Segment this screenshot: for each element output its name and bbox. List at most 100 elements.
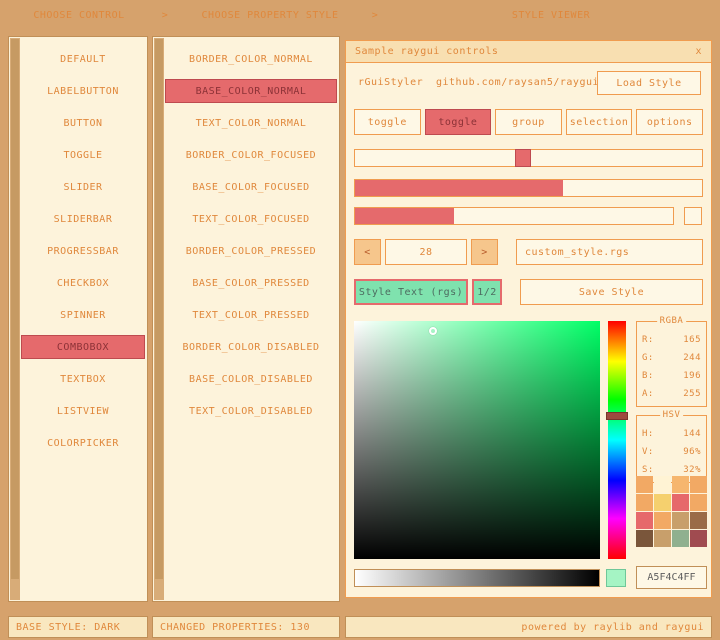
controls-list-panel: DEFAULT LABELBUTTON BUTTON TOGGLE SLIDER SLID… bbox=[8, 36, 148, 602]
property-item-border_color_disabled[interactable]: BORDER_COLOR_DISABLED bbox=[165, 335, 337, 359]
properties-list-panel: BORDER_COLOR_NORMAL BASE_COLOR_NORMAL TEXT… bbox=[152, 36, 340, 602]
hsv-panel-title: HSV bbox=[660, 410, 684, 420]
palette-swatch[interactable] bbox=[690, 530, 707, 547]
property-item-border_color_focused[interactable]: BORDER_COLOR_FOCUSED bbox=[165, 143, 337, 167]
value-row: R:165 bbox=[637, 331, 706, 349]
hue-bar[interactable] bbox=[608, 321, 626, 559]
toggle-button-options[interactable]: options bbox=[636, 109, 703, 135]
palette-swatch[interactable] bbox=[672, 530, 689, 547]
palette-swatch[interactable] bbox=[672, 494, 689, 511]
control-item-spinner[interactable]: SPINNER bbox=[21, 303, 145, 327]
rgba-panel: RGBA R:165G:244B:196A:255 bbox=[636, 321, 707, 407]
toggle-group: toggletogglegroupselectionoptions bbox=[354, 109, 703, 135]
close-icon[interactable]: x bbox=[695, 46, 702, 57]
load-style-button[interactable]: Load Style bbox=[597, 71, 701, 95]
palette-swatch[interactable] bbox=[690, 476, 707, 493]
value-row: V:96% bbox=[637, 443, 706, 461]
breadcrumb-choose-property-style: CHOOSE PROPERTY STYLE bbox=[172, 10, 368, 21]
toggle-button-group[interactable]: group bbox=[495, 109, 562, 135]
breadcrumb-choose-control: CHOOSE CONTROL bbox=[0, 10, 158, 21]
page-toggle-button[interactable]: 1/2 bbox=[472, 279, 502, 305]
slider-bar[interactable] bbox=[354, 179, 703, 197]
checkbox[interactable] bbox=[684, 207, 702, 225]
toggle-button-selection[interactable]: selection bbox=[566, 109, 633, 135]
property-item-text_color_pressed[interactable]: TEXT_COLOR_PRESSED bbox=[165, 303, 337, 327]
palette-swatch[interactable] bbox=[654, 494, 671, 511]
palette-swatch[interactable] bbox=[636, 476, 653, 493]
palette-swatch[interactable] bbox=[654, 512, 671, 529]
alpha-bar[interactable] bbox=[354, 569, 600, 587]
control-item-slider[interactable]: SLIDER bbox=[21, 175, 145, 199]
spinner-value[interactable]: 28 bbox=[385, 239, 467, 265]
status-base-style: BASE STYLE: DARK bbox=[8, 616, 148, 638]
properties-scrollbar[interactable] bbox=[154, 38, 164, 600]
color-picker-cursor[interactable] bbox=[429, 327, 437, 335]
property-item-text_color_disabled[interactable]: TEXT_COLOR_DISABLED bbox=[165, 399, 337, 423]
property-item-base_color_pressed[interactable]: BASE_COLOR_PRESSED bbox=[165, 271, 337, 295]
rgba-values: R:165G:244B:196A:255 bbox=[637, 322, 706, 403]
palette-swatch[interactable] bbox=[672, 512, 689, 529]
palette-swatch[interactable] bbox=[636, 494, 653, 511]
property-item-text_color_normal[interactable]: TEXT_COLOR_NORMAL bbox=[165, 111, 337, 135]
hue-handle[interactable] bbox=[606, 412, 628, 420]
spinner-increment-button[interactable]: > bbox=[471, 239, 498, 265]
property-item-text_color_focused[interactable]: TEXT_COLOR_FOCUSED bbox=[165, 207, 337, 231]
controls-list: DEFAULT LABELBUTTON BUTTON TOGGLE SLIDER SLID… bbox=[21, 47, 145, 463]
progress-bar[interactable] bbox=[354, 207, 674, 225]
palette-swatch[interactable] bbox=[690, 494, 707, 511]
control-item-progressbar[interactable]: PROGRESSBAR bbox=[21, 239, 145, 263]
save-style-button[interactable]: Save Style bbox=[520, 279, 703, 305]
rguistyler-app: CHOOSE CONTROL > CHOOSE PROPERTY STYLE >… bbox=[0, 0, 720, 640]
style-viewer-window: Sample raygui controls x rGuiStyler gith… bbox=[345, 40, 712, 598]
control-item-sliderbar[interactable]: SLIDERBAR bbox=[21, 207, 145, 231]
palette-swatch[interactable] bbox=[636, 530, 653, 547]
property-item-base_color_focused[interactable]: BASE_COLOR_FOCUSED bbox=[165, 175, 337, 199]
hsv-panel: HSV H:144V:96%S:32% bbox=[636, 415, 707, 483]
palette-swatch[interactable] bbox=[636, 512, 653, 529]
control-item-checkbox[interactable]: CHECKBOX bbox=[21, 271, 145, 295]
value-row: B:196 bbox=[637, 367, 706, 385]
breadcrumb: CHOOSE CONTROL > CHOOSE PROPERTY STYLE >… bbox=[0, 0, 720, 30]
toggle-button-toggle[interactable]: toggle bbox=[425, 109, 492, 135]
control-item-textbox[interactable]: TEXTBOX bbox=[21, 367, 145, 391]
value-row: G:244 bbox=[637, 349, 706, 367]
control-item-combobox[interactable]: COMBOBOX bbox=[21, 335, 145, 359]
hex-color-textbox[interactable]: A5F4C4FF bbox=[636, 566, 707, 589]
spinner-decrement-button[interactable]: < bbox=[354, 239, 381, 265]
properties-list: BORDER_COLOR_NORMAL BASE_COLOR_NORMAL TEXT… bbox=[165, 47, 337, 431]
slider[interactable] bbox=[354, 149, 703, 167]
progress-bar-fill bbox=[355, 208, 454, 224]
toggle-button-toggle[interactable]: toggle bbox=[354, 109, 421, 135]
control-item-toggle[interactable]: TOGGLE bbox=[21, 143, 145, 167]
palette-swatch[interactable] bbox=[690, 512, 707, 529]
property-item-base_color_normal[interactable]: BASE_COLOR_NORMAL bbox=[165, 79, 337, 103]
palette-swatch[interactable] bbox=[654, 530, 671, 547]
chevron-right-icon: > bbox=[158, 10, 172, 21]
scrollbar-thumb[interactable] bbox=[155, 39, 163, 579]
style-text-button[interactable]: Style Text (rgs) bbox=[354, 279, 468, 305]
control-item-listview[interactable]: LISTVIEW bbox=[21, 399, 145, 423]
window-title: Sample raygui controls bbox=[355, 46, 498, 57]
style-palette-grid bbox=[636, 476, 707, 547]
scrollbar-thumb[interactable] bbox=[11, 39, 19, 579]
repo-link[interactable]: github.com/raysan5/raygui bbox=[436, 77, 599, 88]
palette-swatch[interactable] bbox=[654, 476, 671, 493]
property-item-base_color_disabled[interactable]: BASE_COLOR_DISABLED bbox=[165, 367, 337, 391]
control-item-colorpicker[interactable]: COLORPICKER bbox=[21, 431, 145, 455]
slider-handle[interactable] bbox=[515, 149, 531, 167]
palette-swatch[interactable] bbox=[672, 476, 689, 493]
filename-textbox[interactable]: custom_style.rgs bbox=[516, 239, 703, 265]
control-item-labelbutton[interactable]: LABELBUTTON bbox=[21, 79, 145, 103]
window-titlebar[interactable]: Sample raygui controls x bbox=[346, 41, 711, 63]
controls-scrollbar[interactable] bbox=[10, 38, 20, 600]
control-item-button[interactable]: BUTTON bbox=[21, 111, 145, 135]
rgba-panel-title: RGBA bbox=[657, 316, 687, 326]
property-item-border_color_pressed[interactable]: BORDER_COLOR_PRESSED bbox=[165, 239, 337, 263]
property-item-border_color_normal[interactable]: BORDER_COLOR_NORMAL bbox=[165, 47, 337, 71]
status-changed-properties: CHANGED PROPERTIES: 130 bbox=[152, 616, 340, 638]
current-color-preview bbox=[606, 569, 626, 587]
control-item-default[interactable]: DEFAULT bbox=[21, 47, 145, 71]
slider-bar-fill bbox=[355, 180, 563, 196]
color-saturation-value-picker[interactable] bbox=[354, 321, 600, 559]
window-body: rGuiStyler github.com/raysan5/raygui Loa… bbox=[346, 63, 711, 597]
